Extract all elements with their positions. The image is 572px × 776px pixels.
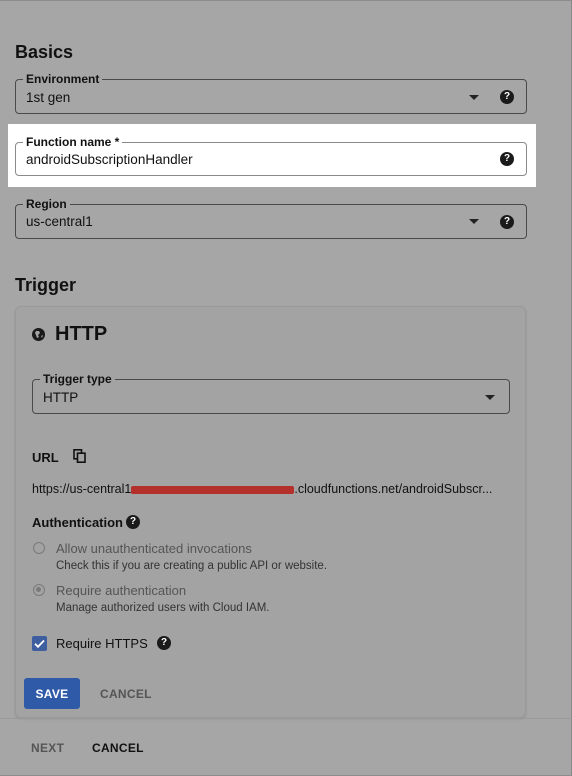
save-button[interactable]: SAVE	[24, 678, 80, 709]
url-redaction	[131, 485, 295, 494]
radio-allow-unauthenticated[interactable]	[33, 542, 45, 554]
environment-select[interactable]: Environment 1st gen ?	[15, 72, 527, 114]
allow-unauthenticated-label: Allow unauthenticated invocations	[56, 541, 252, 556]
help-circle-icon[interactable]: ?	[126, 515, 140, 529]
check-icon	[34, 639, 45, 649]
trigger-card	[15, 306, 526, 718]
require-authentication-label: Require authentication	[56, 583, 187, 598]
arrow-drop-down-icon	[469, 95, 479, 100]
top-divider	[0, 0, 572, 1]
trigger-type-value: HTTP	[43, 390, 79, 405]
url-suffix: .cloudfunctions.net/androidSubscr...	[294, 482, 493, 496]
environment-value: 1st gen	[26, 90, 71, 105]
require-https-checkbox[interactable]	[32, 636, 47, 651]
function-url[interactable]: https://us-central1 .cloudfunctions.net/a…	[32, 482, 510, 496]
arrow-drop-down-icon	[469, 219, 479, 224]
basics-heading: Basics	[15, 42, 74, 62]
url-label: URL	[32, 450, 59, 465]
globe-icon	[32, 328, 45, 341]
url-prefix: https://us-central1	[32, 482, 132, 496]
trigger-card-title: HTTP	[55, 323, 108, 345]
footer-cancel-button[interactable]: CANCEL	[84, 736, 152, 760]
region-select[interactable]: Region us-central1 ?	[15, 197, 527, 239]
trigger-type-select[interactable]: Trigger type HTTP	[32, 372, 510, 414]
help-circle-icon[interactable]: ?	[500, 215, 514, 229]
help-circle-icon[interactable]: ?	[500, 90, 514, 104]
authentication-label: Authentication	[32, 515, 123, 530]
copy-icon[interactable]	[73, 449, 86, 463]
help-circle-icon[interactable]: ?	[157, 636, 171, 650]
require-https-label: Require HTTPS	[56, 636, 148, 651]
radio-require-authentication[interactable]	[33, 584, 45, 596]
arrow-drop-down-icon	[485, 395, 495, 400]
region-value: us-central1	[26, 214, 93, 229]
function-name-label: Function name *	[23, 135, 123, 149]
footer-divider	[0, 718, 572, 719]
allow-unauthenticated-description: Check this if you are creating a public …	[56, 560, 328, 572]
function-name-field[interactable]: Function name * androidSubscriptionHandl…	[15, 135, 527, 176]
trigger-heading: Trigger	[15, 275, 77, 295]
help-circle-icon[interactable]: ?	[500, 152, 514, 166]
next-button[interactable]: NEXT	[23, 736, 72, 760]
require-authentication-description: Manage authorized users with Cloud IAM.	[56, 602, 270, 614]
trigger-type-label: Trigger type	[40, 372, 115, 386]
environment-label: Environment	[23, 72, 103, 86]
cancel-button[interactable]: CANCEL	[92, 678, 160, 709]
region-label: Region	[23, 197, 70, 211]
function-name-input[interactable]: androidSubscriptionHandler	[26, 152, 193, 167]
